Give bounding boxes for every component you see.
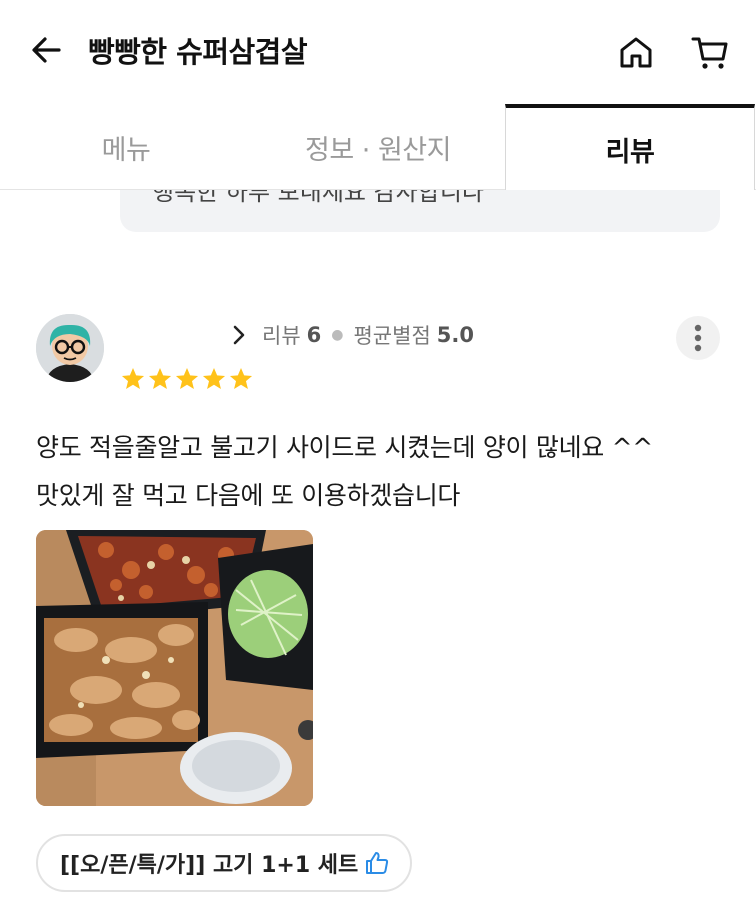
review-text-line-1: 양도 적을줄알고 불고기 사이드로 시켰는데 양이 많네요 ^^ (36, 433, 653, 462)
app-header: 빵빵한 슈퍼삼겹살 (0, 0, 756, 104)
tab-review[interactable]: 리뷰 (505, 104, 755, 190)
chevron-right-icon (228, 324, 250, 346)
back-button[interactable] (26, 30, 66, 70)
more-vertical-icon (694, 324, 702, 352)
reviewer-stats[interactable]: 리뷰 6 ● 평균별점 5.0 (228, 318, 474, 352)
tab-menu[interactable]: 메뉴 (0, 104, 252, 190)
tab-bar: 메뉴 정보 · 원산지 리뷰 (0, 104, 756, 190)
home-button[interactable] (614, 30, 658, 74)
thumbs-up-icon (364, 850, 390, 876)
review-text-line-2: 맛있게 잘 먹고 다음에 또 이용하겠습니다 (36, 481, 461, 510)
star-icon (120, 366, 146, 394)
reviews-label: 리뷰 (262, 324, 301, 348)
cart-icon (691, 37, 728, 69)
star-icon (147, 366, 173, 394)
separator-dot: ● (331, 327, 344, 343)
page-title: 빵빵한 슈퍼삼겹살 (88, 35, 308, 69)
star-rating (120, 366, 254, 398)
reviews-count: 6 (306, 323, 322, 347)
review-body: 양도 적을줄알고 불고기 사이드로 시켰는데 양이 많네요 ^^ 맛있게 잘 먹… (36, 424, 726, 520)
star-icon (201, 366, 227, 394)
arrow-left-icon (32, 37, 61, 63)
avg-rating-value: 5.0 (436, 323, 474, 347)
ordered-menu-tag[interactable]: [[오/픈/특/가]] 고기 1+1 세트 (36, 834, 413, 892)
star-icon (228, 366, 254, 394)
menu-tag-label: [[오/픈/특/가]] 고기 1+1 세트 (60, 853, 359, 878)
avatar[interactable] (36, 314, 104, 382)
home-icon (620, 37, 652, 68)
tab-info-origin[interactable]: 정보 · 원산지 (252, 104, 504, 190)
avg-rating-label: 평균별점 (353, 324, 431, 348)
star-icon (174, 366, 200, 394)
more-options-button[interactable] (676, 316, 720, 360)
food-photo-image (36, 530, 313, 806)
review-photo[interactable] (36, 530, 313, 806)
cart-button[interactable] (688, 30, 732, 74)
avatar-image (36, 314, 104, 382)
